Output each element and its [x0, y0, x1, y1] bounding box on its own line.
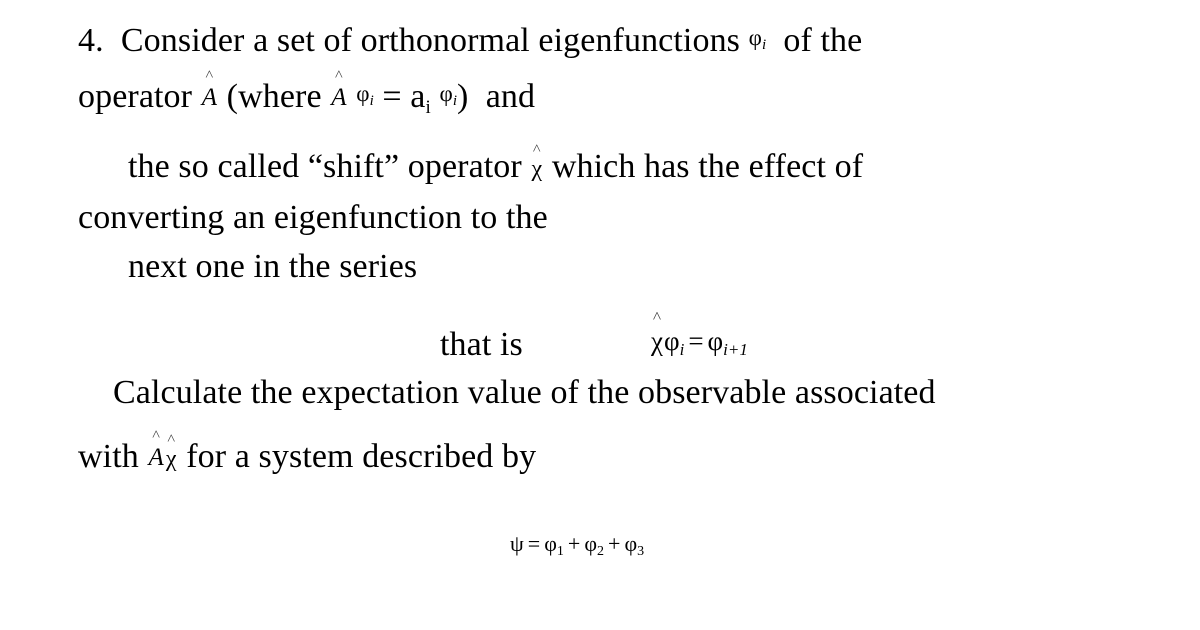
line-1-text-b: of the — [783, 22, 863, 59]
phi-subscript-i-plus-1: i+1 — [723, 340, 748, 359]
line-8-text-with: with — [78, 438, 139, 475]
operator-A-glyph: A — [331, 84, 347, 111]
line-4-text: converting an eigenfunction to the — [78, 199, 548, 236]
psi-glyph: ψ — [510, 531, 524, 556]
hat-accent-icon: ˄ — [151, 427, 161, 443]
operator-chi-hatted: ˄ χ — [650, 309, 664, 356]
line-2-text-operator: operator — [78, 78, 193, 115]
plus-sign: + — [608, 531, 621, 556]
operator-A-hatted-3: ˄ A — [147, 428, 164, 471]
phi-glyph: φ — [356, 81, 370, 106]
that-is-label: that is — [440, 328, 523, 362]
hat-accent-icon: ˄ — [532, 141, 542, 157]
operator-A-glyph: A — [201, 84, 218, 111]
equals-sign: = — [527, 531, 541, 556]
line-8-text-b: for a system described by — [186, 438, 537, 475]
hat-accent-icon: ˄ — [334, 67, 344, 83]
eigenvalue-a: a — [410, 78, 426, 115]
psi-term-phi-3: φ3 — [624, 531, 645, 559]
operator-A-glyph: A — [148, 444, 164, 471]
eigenfunction-phi-symbol: φi — [748, 25, 767, 53]
problem-line-2: operator ˄ A (where ˄ A φi = ai φi) and — [78, 68, 536, 118]
line-3-text-b: which has the effect of — [551, 148, 864, 185]
phi-subscript-3: 3 — [637, 544, 645, 559]
phi-subscript-1: 1 — [556, 544, 564, 559]
line-5-text: next one in the series — [128, 248, 418, 285]
equals-sign: = — [382, 78, 402, 115]
equation-shift-relation: ˄ χφi = φi+1 — [650, 309, 748, 359]
line-7-text: Calculate the expectation value of the o… — [113, 374, 936, 411]
problem-line-4: converting an eigenfunction to the — [78, 201, 548, 235]
line-1-text-a: Consider a set of orthonormal eigenfunct… — [120, 22, 740, 59]
equals-sign: = — [688, 326, 704, 356]
phi-glyph: φ — [624, 531, 638, 556]
psi-term-phi-2: φ2 — [584, 531, 605, 559]
problem-line-7: Calculate the expectation value of the o… — [113, 376, 936, 410]
equation-state-vector: ψ = φ1 + φ2 + φ3 — [510, 533, 644, 559]
chi-glyph: χ — [651, 326, 663, 356]
phi-subscript-2: 2 — [597, 544, 605, 559]
eigenfunction-phi-symbol: φi — [356, 81, 374, 109]
operator-A-hatted-2: ˄ A — [330, 68, 347, 111]
phi-glyph: φ — [707, 326, 724, 356]
operator-chi-hatted: ˄ χ — [530, 142, 543, 182]
operator-A-hatted: ˄ A — [201, 68, 218, 111]
hat-accent-icon: ˄ — [166, 431, 176, 447]
problem-line-5: next one in the series — [128, 250, 417, 284]
hat-accent-icon: ˄ — [205, 67, 214, 83]
hat-accent-icon: ˄ — [652, 308, 662, 325]
chi-glyph: χ — [165, 446, 177, 472]
phi-glyph: φ — [663, 326, 680, 356]
phi-glyph: φ — [584, 531, 598, 556]
problem-line-1: 4. Consider a set of orthonormal eigenfu… — [78, 24, 862, 58]
phi-glyph: φ — [544, 531, 557, 556]
eigenfunction-phi-symbol: φi — [439, 81, 458, 109]
problem-line-3: the so called “shift” operator ˄ χ which … — [128, 142, 864, 185]
phi-glyph: φ — [439, 81, 453, 106]
that-is-text: that is — [440, 326, 523, 363]
problem-line-8: with ˄ A ˄ χ for a system described by — [78, 428, 537, 475]
problem-number: 4. — [78, 22, 104, 59]
line-2-text-and: and — [485, 78, 536, 115]
chi-glyph: χ — [531, 156, 543, 182]
close-paren: ) — [457, 78, 469, 115]
line-2-text-where: (where — [226, 78, 322, 115]
line-3-text-a: the so called “shift” operator — [128, 148, 522, 185]
phi-glyph: φ — [748, 25, 762, 50]
plus-sign: + — [567, 531, 581, 556]
psi-term-phi-1: φ1 — [544, 531, 564, 559]
document-page: 4. Consider a set of orthonormal eigenfu… — [0, 0, 1200, 630]
operator-chi-hatted-2: ˄ χ — [165, 432, 178, 472]
